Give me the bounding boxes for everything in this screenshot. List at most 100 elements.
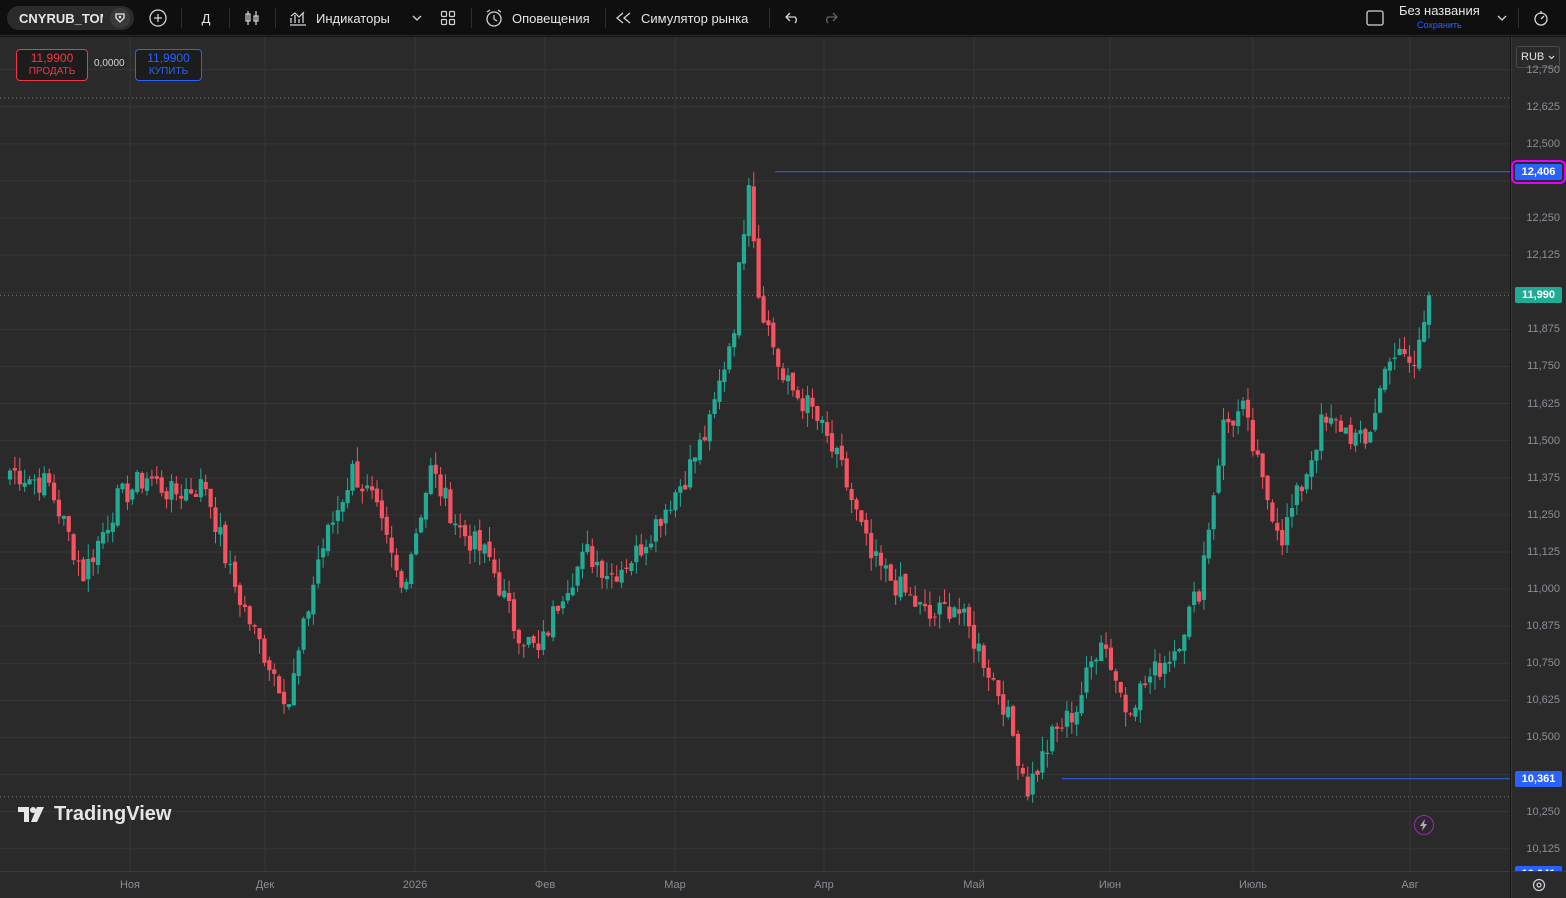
candle-body <box>839 445 844 461</box>
candle-body <box>1113 671 1118 681</box>
candle-body <box>188 489 194 494</box>
layout-grid-icon[interactable] <box>438 0 458 36</box>
candle-body <box>668 509 673 511</box>
price-tick-label: 10,125 <box>1526 842 1560 855</box>
candle-body <box>198 479 203 498</box>
candle-body <box>105 529 110 534</box>
indicators-button[interactable]: Индикаторы <box>288 0 390 36</box>
candle-body <box>1226 418 1231 423</box>
fullscreen-square-icon[interactable] <box>1365 0 1385 36</box>
candle-body <box>100 532 106 544</box>
compare-add-icon[interactable] <box>146 0 170 36</box>
chevron-down-icon[interactable] <box>1496 0 1508 36</box>
candle-body <box>639 544 644 556</box>
price-scale[interactable]: RUB 12,750 12,625 12,500 12,250 12,125 11,875… <box>1511 37 1566 882</box>
candle-body <box>1094 659 1099 662</box>
candle-body <box>966 607 972 627</box>
time-scale[interactable]: Ноя Дек 2026 Фев Мар Апр Май Июн Июль Авг <box>0 871 1510 898</box>
candle-body <box>844 458 849 488</box>
buy-button[interactable]: 11,9900 КУПИТЬ <box>135 49 202 81</box>
candle-body <box>741 234 747 264</box>
candle-body <box>829 433 835 452</box>
candle-body <box>947 606 952 619</box>
toolbar-divider <box>229 8 230 28</box>
candle-body <box>869 533 874 559</box>
candle-body <box>810 397 815 407</box>
candle-body <box>404 581 409 590</box>
candle-body <box>1030 773 1035 795</box>
candle-body <box>497 572 502 596</box>
alarm-clock-icon <box>486 9 502 27</box>
interval-label: Д <box>201 10 211 26</box>
candle-body <box>697 439 703 461</box>
candle-body <box>467 535 473 551</box>
lightning-icon[interactable] <box>1414 815 1434 835</box>
candle-body <box>1201 555 1207 600</box>
replay-button[interactable]: Симулятор рынка <box>615 0 748 36</box>
candle-body <box>306 611 311 619</box>
candle-body <box>585 544 590 553</box>
candle-body <box>937 602 942 615</box>
layout-name-button[interactable]: Без названия Сохранить <box>1399 0 1480 36</box>
candle-body <box>644 546 649 554</box>
candle-body <box>316 559 321 584</box>
undo-icon[interactable] <box>784 0 802 36</box>
candle-body <box>76 560 81 562</box>
quick-search-icon[interactable] <box>1531 0 1551 36</box>
candle-body <box>1025 776 1030 797</box>
sell-button[interactable]: 11,9900 ПРОДАТЬ <box>16 49 88 81</box>
candle-body <box>184 488 189 501</box>
price-tick-label: 11,500 <box>1527 434 1560 447</box>
symbol-label: CNYRUB_TOM <box>19 10 103 26</box>
candle-body <box>1167 661 1172 664</box>
candle-body <box>252 625 257 627</box>
save-link[interactable]: Сохранить <box>1417 18 1462 32</box>
candle-body <box>91 557 96 563</box>
toolbar-divider <box>1518 8 1519 28</box>
spread-value: 0,0000 <box>94 58 125 69</box>
candle-body <box>330 522 336 525</box>
candle-body <box>203 481 208 490</box>
candle-body <box>174 483 179 495</box>
candle-body <box>325 524 331 552</box>
candle-body <box>717 380 722 402</box>
candle-body <box>1059 727 1065 729</box>
candle-body <box>12 468 17 471</box>
symbol-search-button[interactable]: CNYRUB_TOM <box>7 6 134 30</box>
candle-body <box>1050 726 1055 752</box>
candle-body <box>590 546 595 568</box>
candle-body <box>683 484 688 490</box>
candle-body <box>482 544 487 554</box>
candle-body <box>423 492 429 520</box>
tradingview-logo[interactable]: TradingView <box>18 803 171 826</box>
candle-body <box>502 590 507 598</box>
redo-icon[interactable] <box>821 0 839 36</box>
candle-body <box>335 510 340 521</box>
chevron-down-icon[interactable] <box>411 0 423 36</box>
candle-body <box>140 473 145 489</box>
candle-body <box>213 507 218 533</box>
candle-body <box>761 296 766 323</box>
chart-pane[interactable] <box>0 37 1510 871</box>
candle-body <box>756 238 761 298</box>
candle-body <box>599 560 605 578</box>
candle-body <box>409 554 414 585</box>
candle-body <box>257 628 262 640</box>
candle-body <box>996 680 1001 697</box>
time-tick-label: Авг <box>1401 879 1419 891</box>
buy-label: КУПИТЬ <box>148 66 189 77</box>
settings-gear-icon[interactable] <box>1511 871 1566 898</box>
price-chart[interactable] <box>0 37 1510 871</box>
candle-body <box>281 691 287 705</box>
rewind-icon <box>615 12 631 24</box>
candle-body <box>986 667 991 678</box>
candle-body <box>521 645 526 647</box>
alerts-button[interactable]: Оповещения <box>484 0 590 36</box>
interval-button[interactable]: Д <box>198 0 214 36</box>
candle-body <box>1069 713 1074 723</box>
candles-style-icon[interactable] <box>241 0 263 36</box>
symbol-info-icon[interactable] <box>110 8 130 28</box>
candle-body <box>732 333 737 348</box>
candle-body <box>702 436 707 441</box>
candle-body <box>1211 495 1216 530</box>
